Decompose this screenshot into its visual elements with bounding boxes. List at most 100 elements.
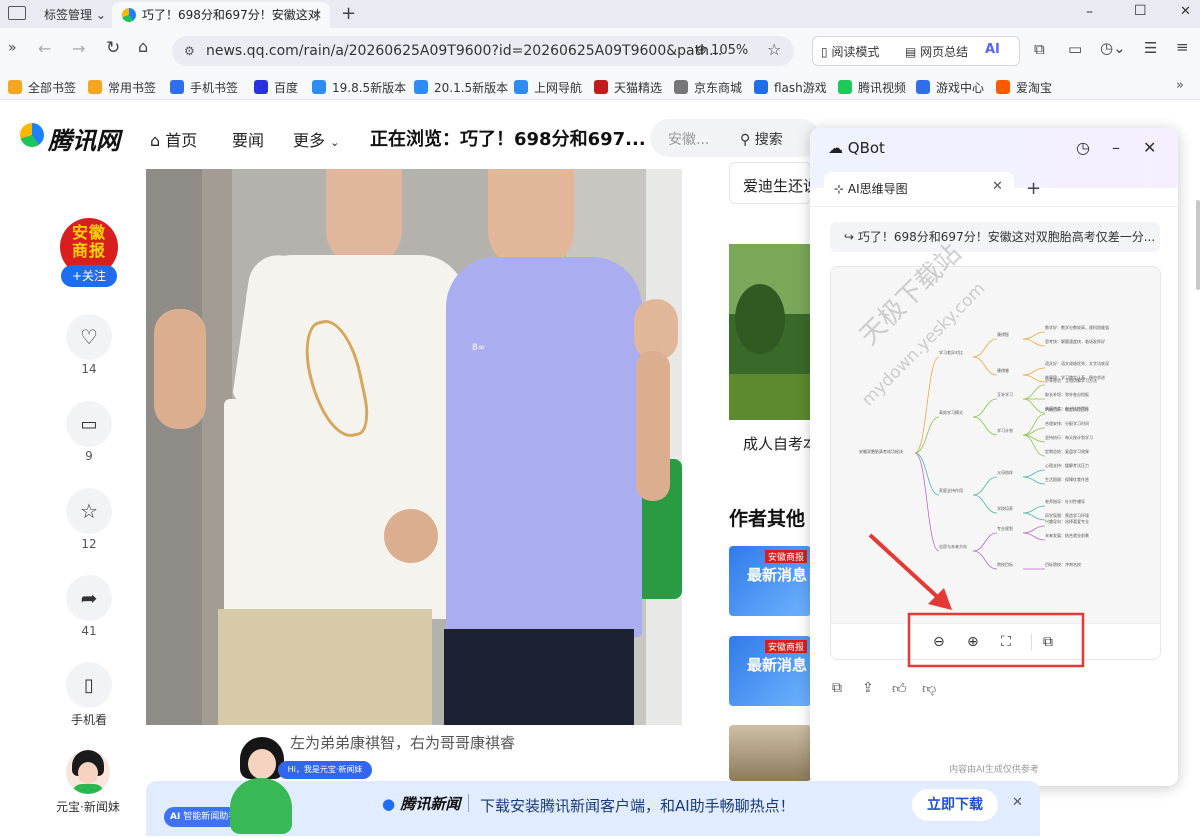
chevron-down-icon: ⌄ — [330, 136, 340, 149]
nav-home-link[interactable]: ⌂ 首页 — [150, 127, 197, 151]
baidu-icon — [254, 80, 268, 94]
flash-icon — [754, 80, 768, 94]
comment-icon: ▭ — [80, 413, 98, 435]
thumbs-up-icon[interactable]: 👍︎ — [892, 680, 907, 697]
page-scrollbar[interactable] — [1196, 200, 1200, 290]
site-search-button[interactable]: ⚲ 搜索 — [740, 129, 783, 149]
maximize-button[interactable]: ☐ — [1134, 3, 1147, 19]
copy-icon[interactable]: ⧉ — [832, 680, 842, 696]
summary-icon: ▤ — [905, 45, 917, 59]
bookmark-label: 上网导航 — [534, 81, 583, 95]
bookmark-item[interactable]: 爱淘宝 — [996, 79, 1052, 96]
like-button[interactable]: ♡ — [66, 314, 112, 360]
bookmark-item[interactable]: 20.1.5新版本 — [414, 79, 508, 96]
video-icon — [838, 80, 852, 94]
browser-toolbar: » ← → ↻ ⌂ ⚙ news.qq.com/rain/a/20260625A… — [0, 28, 1200, 74]
bookmark-item[interactable]: 手机书签 — [170, 79, 238, 96]
home-icon[interactable]: ⌂ — [138, 37, 148, 56]
chevron-down-icon: ⌄ — [95, 8, 106, 22]
game-icon — [916, 80, 930, 94]
close-tab-icon[interactable]: ✕ — [312, 2, 322, 28]
download-app-button[interactable]: 立即下载 — [912, 789, 998, 821]
bookmark-item[interactable]: 百度 — [254, 79, 298, 96]
nav-news-link[interactable]: 要闻 — [232, 127, 264, 151]
forward-arrow-icon[interactable]: → — [72, 39, 85, 58]
home-outline-icon: ⌂ — [150, 131, 161, 150]
bookmark-item[interactable]: 全部书签 — [8, 79, 76, 96]
bookmark-manager-tab[interactable]: 标签管理 ⌄ — [44, 6, 106, 23]
history-icon[interactable]: ◷⌄ — [1100, 39, 1126, 57]
site-search-input[interactable]: 安徽... — [668, 129, 709, 149]
bookmark-label: flash游戏 — [774, 81, 827, 95]
export-icon[interactable]: ⇪ — [862, 680, 874, 696]
folder-icon[interactable]: ▭ — [1068, 40, 1082, 58]
page-summary-button[interactable]: ▤ 网页总结 — [905, 43, 968, 60]
now-browsing-title: 正在浏览：巧了！698分和697... — [370, 129, 646, 150]
zoom-indicator[interactable]: ⊕ 105% — [696, 43, 748, 58]
ai-disclaimer: 内容由AI生成仅供参考 — [949, 765, 1039, 775]
site-search-box[interactable]: 安徽... ⚲ 搜索 — [650, 119, 820, 157]
minimize-button[interactable]: – — [1086, 4, 1093, 20]
reading-mode-button[interactable]: ▯ 阅读模式 — [821, 43, 879, 60]
search-icon: ⚲ — [740, 132, 751, 148]
more-bookmarks-icon[interactable]: » — [1176, 78, 1184, 93]
nav-more-link[interactable]: 更多 ⌄ — [293, 127, 339, 151]
thumbs-down-icon[interactable]: 👎︎ — [922, 680, 936, 697]
tencent-logo-icon[interactable] — [20, 123, 44, 147]
bookmark-label: 腾讯视频 — [858, 81, 907, 95]
favorite-star-icon[interactable]: ☆ — [767, 40, 781, 59]
photo-caption: 左为弟弟康祺智，右为哥哥康祺睿 — [290, 734, 516, 752]
share-arrow-icon: ➦ — [80, 586, 98, 610]
bookmark-item[interactable]: 常用书签 — [88, 79, 156, 96]
back-arrow-icon[interactable]: ← — [38, 39, 51, 58]
related-image-2[interactable] — [729, 244, 811, 420]
related-title-2[interactable]: 成人自考本 — [743, 433, 818, 454]
favorite-button[interactable]: ☆ — [66, 488, 112, 534]
comment-button[interactable]: ▭ — [66, 401, 112, 447]
like-count: 14 — [81, 362, 97, 376]
new-tab-button[interactable]: + — [341, 3, 356, 24]
share-button[interactable]: ➦ — [66, 575, 112, 621]
double-chevron-right-icon[interactable]: » — [8, 40, 17, 56]
bookmark-manager-label: 标签管理 — [44, 8, 93, 22]
comment-count: 9 — [85, 449, 93, 463]
article-photo[interactable]: 8∞ — [146, 169, 682, 725]
tencent-news-logo: ● 腾讯新闻 — [382, 795, 461, 813]
sidebar-toggle-icon[interactable] — [8, 6, 26, 20]
menu-icon[interactable]: ≡ — [1176, 38, 1189, 56]
close-banner-button[interactable]: ✕ — [1012, 795, 1023, 810]
bookmark-item[interactable]: flash游戏 — [754, 79, 827, 96]
active-tab[interactable]: 巧了！698分和697分！安徽这对 ✕ — [112, 2, 330, 28]
close-window-button[interactable]: ✕ — [1180, 4, 1191, 19]
bookmark-item[interactable]: 上网导航 — [514, 79, 582, 96]
bookmark-item[interactable]: 京东商城 — [674, 79, 742, 96]
ai-button[interactable]: AI — [985, 42, 1000, 57]
tencent-news-icon: ● — [382, 795, 396, 813]
news-tile-1[interactable]: 安徽商报 最新消息 — [729, 546, 811, 616]
reload-icon[interactable]: ↻ — [106, 38, 120, 58]
bookmark-label: 20.1.5新版本 — [434, 81, 509, 95]
site-logo-text[interactable]: 腾讯网 — [48, 121, 120, 156]
related-card-1[interactable]: 爱迪生还说 — [729, 162, 818, 204]
tmall-icon — [594, 80, 608, 94]
news-tile-3[interactable] — [729, 725, 811, 781]
bookmark-item[interactable]: 游戏中心 — [916, 79, 984, 96]
news-tile-2[interactable]: 安徽商报 最新消息 — [729, 636, 811, 706]
site-info-icon[interactable]: ⚙ — [184, 36, 195, 66]
bookmark-item[interactable]: 19.8.5新版本 — [312, 79, 406, 96]
mascot-figure[interactable] — [240, 737, 284, 779]
ai-assistant-badge: AI 智能新闻助手 — [164, 807, 238, 827]
settings-list-icon[interactable]: ☰ — [1144, 39, 1157, 57]
phone-icon: ▯ — [84, 674, 94, 696]
assistant-avatar[interactable] — [66, 750, 110, 794]
bookmark-item[interactable]: 腾讯视频 — [838, 79, 906, 96]
bookmark-item[interactable]: 天猫精选 — [594, 79, 662, 96]
bookmarks-bar: 全部书签 常用书签 手机书签 百度 19.8.5新版本 20.1.5新版本 上网导航 天猫精选… — [0, 74, 1200, 100]
banner-message: 下载安装腾讯新闻客户端，和AI助手畅聊热点！ — [480, 797, 795, 815]
assistant-name: 元宝·新闻妹 — [56, 800, 120, 814]
bookmark-icon — [88, 80, 102, 94]
follow-button[interactable]: +关注 — [61, 265, 117, 287]
extensions-icon[interactable]: ⧉ — [1034, 40, 1045, 58]
mobile-view-button[interactable]: ▯ — [66, 662, 112, 708]
star-icon — [8, 80, 22, 94]
